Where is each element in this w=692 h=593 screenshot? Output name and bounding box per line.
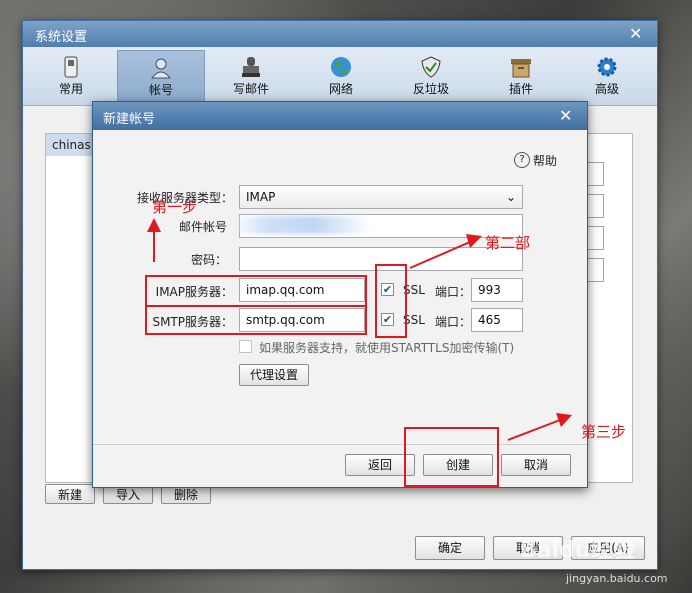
watermark-url: jingyan.baidu.com [566, 572, 668, 585]
step3-annotation: 第三步 [581, 423, 627, 441]
step1-annotation: 第一步 [152, 198, 198, 216]
annotation-arrows [147, 218, 572, 441]
watermark-logo: Baidu经验 [520, 538, 635, 563]
step2-annotation: 第二部 [485, 234, 531, 252]
